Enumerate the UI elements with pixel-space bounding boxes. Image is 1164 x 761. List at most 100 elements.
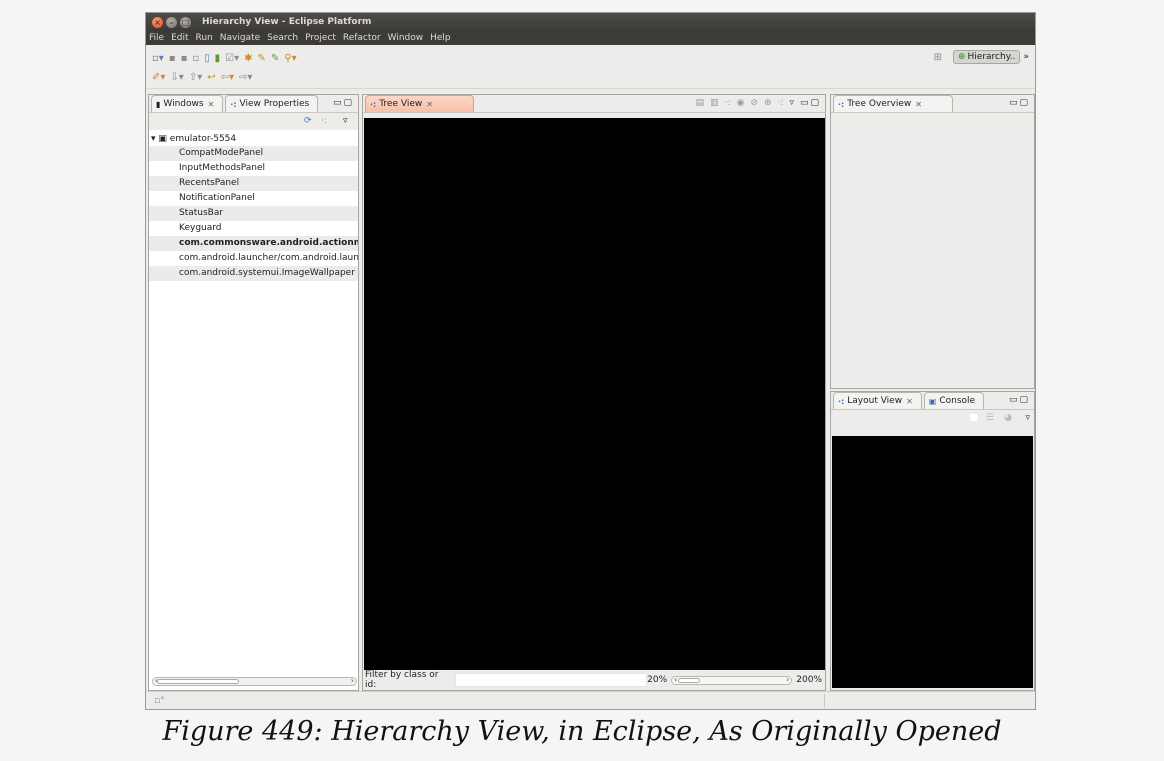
tree-icon: ·:	[370, 99, 377, 109]
tab-view-properties[interactable]: ·: View Properties	[225, 95, 319, 112]
prev-annotation-icon[interactable]: ⇧▾	[189, 72, 202, 83]
tree-overview-panel: ·: Tree Overview ✕ ▭▢	[830, 94, 1035, 389]
zoom-slider-thumb[interactable]	[678, 677, 701, 683]
list-item[interactable]: com.commonsware.android.actionmoc	[149, 236, 358, 251]
list-item[interactable]: StatusBar	[149, 206, 358, 221]
back-icon[interactable]: ⇦▾	[221, 72, 234, 83]
zoom-slider[interactable]: ‹ ›	[671, 675, 793, 685]
maximize-window-button[interactable]: □	[180, 16, 191, 28]
main-toolbar: ▫▾ ▪ ▪ ▫ ▯ ▮ ☑▾ ✱ ✎ ✎ ⚲▾ ✐▾ ⇩▾ ⇧▾ ↩ ⇦▾ ⇨…	[146, 45, 1035, 89]
request-layout-icon[interactable]: ⊕	[764, 98, 772, 108]
menu-edit[interactable]: Edit	[171, 33, 188, 43]
list-item[interactable]: InputMethodsPanel	[149, 161, 358, 176]
load-views-icon[interactable]: ◕	[1004, 413, 1012, 423]
fast-view-icon[interactable]: ▫°	[154, 696, 165, 706]
capture-layers-icon[interactable]: ▥	[710, 98, 719, 108]
list-item[interactable]: CompatModePanel	[149, 146, 358, 161]
list-item[interactable]: com.android.launcher/com.android.laun	[149, 251, 358, 266]
scrollbar-thumb[interactable]	[157, 679, 239, 684]
layout-canvas[interactable]	[832, 436, 1033, 688]
tab-windows[interactable]: ▮ Windows ✕	[151, 95, 224, 112]
new-test-icon[interactable]: ✎	[271, 53, 279, 64]
save-png-icon[interactable]: ▤	[696, 98, 705, 108]
list-item[interactable]: RecentsPanel	[149, 176, 358, 191]
layout-view-tabbar: ·: Layout View ✕ ▣ Console ▭▢	[831, 392, 1034, 410]
close-icon[interactable]: ✕	[208, 100, 215, 109]
view-menu-icon[interactable]: ▿	[343, 116, 348, 126]
tree-canvas[interactable]	[364, 118, 825, 670]
zoom-max-label: 200%	[796, 675, 822, 685]
minimize-maximize-icon[interactable]: ▭▢	[333, 98, 354, 108]
menu-navigate[interactable]: Navigate	[220, 33, 260, 43]
display-view-icon[interactable]: ◉	[737, 98, 745, 108]
layout-view-panel: ·: Layout View ✕ ▣ Console ▭▢ ■ ☰ ◕ ▿	[830, 391, 1035, 691]
run-lint-icon[interactable]: ☑▾	[225, 53, 239, 64]
invalidate-icon[interactable]: ⊘	[750, 98, 758, 108]
minimize-window-button[interactable]: –	[166, 16, 177, 28]
annotation-icon[interactable]: ✐▾	[152, 72, 165, 83]
zoom-out-icon[interactable]: ‹	[674, 675, 677, 684]
close-icon[interactable]: ✕	[915, 100, 922, 109]
load-all-views-icon[interactable]: ·:	[725, 98, 731, 108]
load-hierarchy-icon[interactable]: ·:	[321, 116, 327, 126]
tab-tree-view[interactable]: ·: Tree View ✕	[365, 95, 474, 112]
tree-overview-tabbar: ·: Tree Overview ✕ ▭▢	[831, 95, 1034, 113]
console-icon: ▣	[928, 396, 937, 406]
tab-console[interactable]: ▣ Console	[923, 392, 985, 409]
new-xml-file-icon[interactable]: ✎	[258, 53, 266, 64]
menu-window[interactable]: Window	[388, 33, 424, 43]
menu-file[interactable]: File	[149, 33, 164, 43]
menu-refactor[interactable]: Refactor	[343, 33, 381, 43]
list-item[interactable]: NotificationPanel	[149, 191, 358, 206]
save-all-icon[interactable]: ▪	[181, 53, 188, 64]
windows-panel: ▮ Windows ✕ ·: View Properties ▭▢ ⟳ ·: ▿…	[148, 94, 359, 691]
menu-help[interactable]: Help	[430, 33, 451, 43]
tree-view-footer: Filter by class or id: 20% ‹ › 200%	[363, 670, 825, 690]
list-item[interactable]: Keyguard	[149, 221, 358, 236]
perspective-overflow[interactable]: »	[1023, 52, 1029, 62]
save-icon[interactable]: ▪	[169, 53, 176, 64]
horizontal-scrollbar[interactable]: ‹ ›	[152, 676, 357, 686]
close-icon[interactable]: ✕	[906, 397, 913, 406]
view-menu-icon[interactable]: ▿	[1025, 413, 1030, 423]
device-node[interactable]: ▾ ▣ emulator-5554	[149, 132, 358, 146]
hierarchy-perspective-button[interactable]: ⊕ Hierarchy..	[952, 50, 1021, 64]
refresh-icon[interactable]: ⟳	[304, 116, 312, 126]
tab-layout-view[interactable]: ·: Layout View ✕	[833, 392, 922, 409]
zoom-in-icon[interactable]: ›	[786, 675, 789, 684]
avd-manager-icon[interactable]: ▮	[215, 53, 221, 64]
menu-run[interactable]: Run	[196, 33, 213, 43]
open-perspective-icon[interactable]: ⊞	[934, 52, 942, 63]
tab-tree-overview-label: Tree Overview	[847, 99, 912, 109]
layout-view-tools: ■ ☰ ◕ ▿	[831, 410, 1034, 426]
eclipse-window: × – □ Hierarchy View - Eclipse Platform …	[145, 12, 1036, 710]
scroll-right-icon[interactable]: ›	[351, 676, 354, 685]
next-annotation-icon[interactable]: ⇩▾	[170, 72, 183, 83]
search-icon[interactable]: ⚲▾	[284, 53, 296, 64]
menu-search[interactable]: Search	[267, 33, 298, 43]
show-extras-icon[interactable]: ☰	[986, 413, 994, 423]
expand-icon[interactable]: ▾	[151, 134, 156, 144]
close-icon[interactable]: ✕	[426, 100, 433, 109]
windows-tree: ▾ ▣ emulator-5554 CompatModePanel InputM…	[149, 132, 358, 281]
white-background-icon[interactable]: ■	[969, 413, 978, 423]
forward-icon[interactable]: ⇨▾	[239, 72, 252, 83]
list-item[interactable]: com.android.systemui.ImageWallpaper	[149, 266, 358, 281]
new-android-project-icon[interactable]: ✱	[244, 53, 252, 64]
filter-input[interactable]	[455, 673, 648, 687]
new-icon[interactable]: ▫▾	[152, 53, 164, 64]
view-menu-icon[interactable]: ▿	[789, 98, 794, 108]
close-window-button[interactable]: ×	[152, 16, 163, 28]
minimize-maximize-icon[interactable]: ▭▢	[800, 98, 821, 108]
zoom-min-label: 20%	[647, 675, 668, 685]
menu-project[interactable]: Project	[305, 33, 336, 43]
tab-tree-overview[interactable]: ·: Tree Overview ✕	[833, 95, 953, 112]
window-title: Hierarchy View - Eclipse Platform	[202, 17, 372, 27]
dump-display-list-icon[interactable]: ·:	[778, 98, 784, 108]
minimize-maximize-icon[interactable]: ▭▢	[1009, 395, 1030, 405]
tab-tree-view-label: Tree View	[379, 99, 423, 109]
last-edit-icon[interactable]: ↩	[207, 72, 215, 83]
device-icon[interactable]: ▯	[204, 53, 210, 64]
minimize-maximize-icon[interactable]: ▭▢	[1009, 98, 1030, 108]
print-icon[interactable]: ▫	[192, 53, 199, 64]
